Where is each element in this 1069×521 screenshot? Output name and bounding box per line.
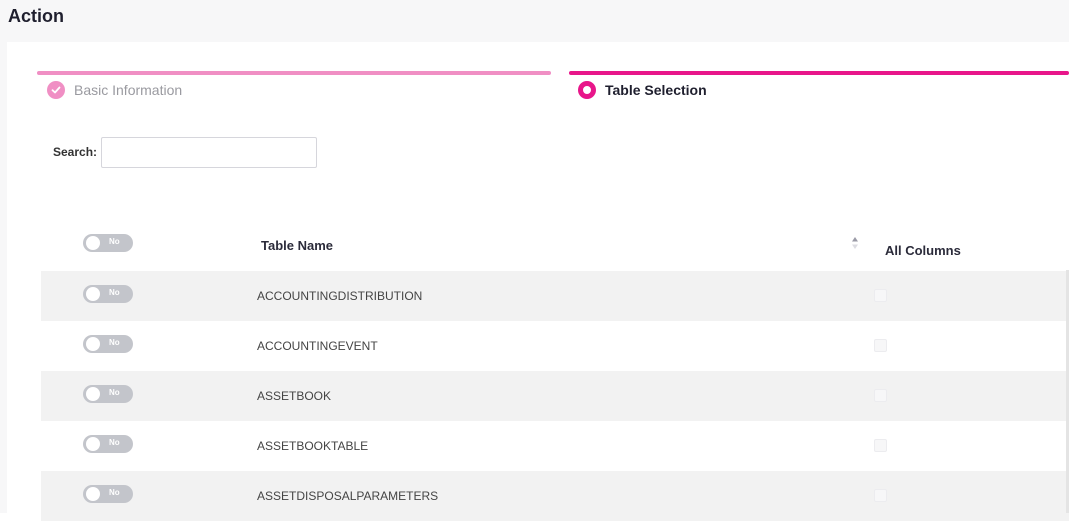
radio-ring-icon — [578, 81, 596, 99]
toggle-knob — [86, 337, 100, 351]
step-progress-bar-table-selection — [569, 71, 1069, 75]
step-label: Table Selection — [605, 82, 707, 98]
table-row: No ACCOUNTINGDISTRIBUTION — [41, 271, 1069, 321]
table-name-cell: ASSETDISPOSALPARAMETERS — [257, 489, 439, 503]
toggle-label: No — [109, 388, 120, 397]
left-border — [0, 42, 7, 513]
all-columns-checkbox[interactable] — [874, 389, 887, 402]
table-name-cell: ACCOUNTINGEVENT — [257, 339, 378, 353]
row-select-toggle[interactable]: No — [83, 485, 133, 503]
search-input[interactable] — [101, 137, 317, 168]
column-header-table-name[interactable]: Table Name — [261, 238, 333, 253]
table-name-cell: ASSETBOOKTABLE — [257, 439, 369, 453]
table-row: No ASSETDISPOSALPARAMETERS — [41, 471, 1069, 521]
all-columns-checkbox[interactable] — [874, 339, 887, 352]
row-select-toggle[interactable]: No — [83, 385, 133, 403]
toggle-knob — [86, 287, 100, 301]
page-title: Action — [8, 6, 64, 26]
step-table-selection[interactable]: Table Selection — [578, 80, 707, 100]
toggle-label: No — [109, 237, 120, 246]
table-row: No ACCOUNTINGEVENT — [41, 321, 1069, 371]
toggle-label: No — [109, 438, 120, 447]
table-name-cell: ASSETBOOK — [257, 389, 332, 403]
step-basic-information[interactable]: Basic Information — [47, 80, 182, 100]
sort-arrows-icon[interactable] — [851, 236, 859, 250]
row-select-toggle[interactable]: No — [83, 285, 133, 303]
table-row: No ASSETBOOK — [41, 371, 1069, 421]
table-row: No ASSETBOOKTABLE — [41, 421, 1069, 471]
all-columns-checkbox[interactable] — [874, 439, 887, 452]
toggle-knob — [86, 487, 100, 501]
page-header: Action — [0, 0, 1069, 42]
check-circle-icon — [47, 81, 65, 99]
toggle-label: No — [109, 288, 120, 297]
column-header-all-columns: All Columns — [885, 243, 961, 258]
toggle-knob — [86, 236, 100, 250]
all-columns-checkbox[interactable] — [874, 489, 887, 502]
select-all-toggle[interactable]: No — [83, 234, 133, 252]
toggle-label: No — [109, 488, 120, 497]
table-header-row: No Table Name All Columns — [41, 220, 1069, 271]
search-label: Search: — [53, 145, 98, 159]
step-progress-bar-basic-information — [37, 71, 551, 75]
toggle-knob — [86, 437, 100, 451]
table-name-cell: ACCOUNTINGDISTRIBUTION — [257, 289, 423, 303]
toggle-label: No — [109, 338, 120, 347]
row-select-toggle[interactable]: No — [83, 435, 133, 453]
step-label: Basic Information — [74, 82, 183, 98]
all-columns-checkbox[interactable] — [874, 289, 887, 302]
row-select-toggle[interactable]: No — [83, 335, 133, 353]
toggle-knob — [86, 387, 100, 401]
table-selection-table: No Table Name All Columns No ACCOUNTINGD… — [41, 220, 1069, 521]
